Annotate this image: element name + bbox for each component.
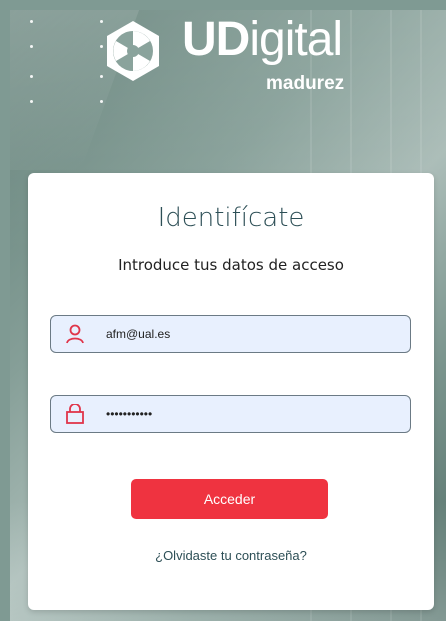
- user-icon: [66, 324, 84, 344]
- login-button[interactable]: Acceder: [131, 479, 328, 519]
- brand-name: UDigital: [182, 13, 343, 66]
- page-title: Identifícate: [157, 203, 305, 233]
- brand-logo: UDigital madurez: [100, 13, 380, 108]
- forgot-password-link[interactable]: ¿Olvidaste tu contraseña?: [28, 548, 434, 563]
- email-value: afm@ual.es: [106, 327, 171, 341]
- lock-icon: [66, 404, 84, 424]
- decor-dot: [30, 45, 33, 48]
- password-value: •••••••••••: [106, 407, 153, 421]
- login-card: Identifícate Introduce tus datos de acce…: [28, 173, 434, 610]
- logo-icon: [107, 21, 159, 81]
- page-subtitle: Introduce tus datos de acceso: [118, 256, 344, 274]
- email-field[interactable]: afm@ual.es: [50, 315, 411, 353]
- decor-dot: [30, 75, 33, 78]
- brand-tagline: madurez: [266, 73, 345, 94]
- password-field[interactable]: •••••••••••: [50, 395, 411, 433]
- decor-dot: [30, 20, 33, 23]
- decor-dot: [30, 100, 33, 103]
